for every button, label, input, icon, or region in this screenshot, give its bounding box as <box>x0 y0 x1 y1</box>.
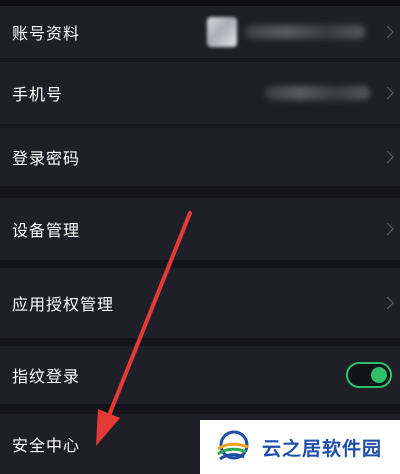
toggle-knob <box>371 367 387 383</box>
section-divider <box>0 260 400 268</box>
settings-row-label: 应用授权管理 <box>12 295 115 314</box>
watermark-text: 云之居软件园 <box>262 437 383 460</box>
settings-row-devices[interactable]: 设备管理 <box>0 198 400 260</box>
blurred-phone-number <box>265 86 370 100</box>
account-value <box>207 17 365 47</box>
settings-row-fingerprint: 指纹登录 <box>0 346 400 404</box>
phone-value <box>265 86 370 100</box>
chevron-right-icon <box>381 150 394 164</box>
blurred-account-name <box>245 25 365 39</box>
chevron-right-icon <box>381 296 394 310</box>
settings-row-label: 设备管理 <box>12 221 81 240</box>
settings-row-password[interactable]: 登录密码 <box>0 128 400 186</box>
fingerprint-toggle[interactable] <box>346 362 392 388</box>
settings-row-label: 手机号 <box>12 85 64 104</box>
settings-row-account[interactable]: 账号资料 <box>0 6 400 58</box>
settings-row-label: 账号资料 <box>12 24 81 43</box>
chevron-right-icon <box>381 222 394 236</box>
section-divider <box>0 404 400 414</box>
settings-row-label: 登录密码 <box>12 149 81 168</box>
settings-row-label: 指纹登录 <box>12 367 81 386</box>
section-divider <box>0 338 400 346</box>
chevron-right-icon <box>381 86 394 100</box>
chevron-right-icon <box>381 25 394 39</box>
avatar <box>207 17 237 47</box>
settings-row-app-auth[interactable]: 应用授权管理 <box>0 268 400 338</box>
settings-row-label: 安全中心 <box>12 436 81 455</box>
watermark-logo-icon <box>217 430 249 461</box>
settings-row-phone[interactable]: 手机号 <box>0 62 400 124</box>
section-divider <box>0 186 400 198</box>
watermark: 云之居软件园 <box>200 420 400 474</box>
